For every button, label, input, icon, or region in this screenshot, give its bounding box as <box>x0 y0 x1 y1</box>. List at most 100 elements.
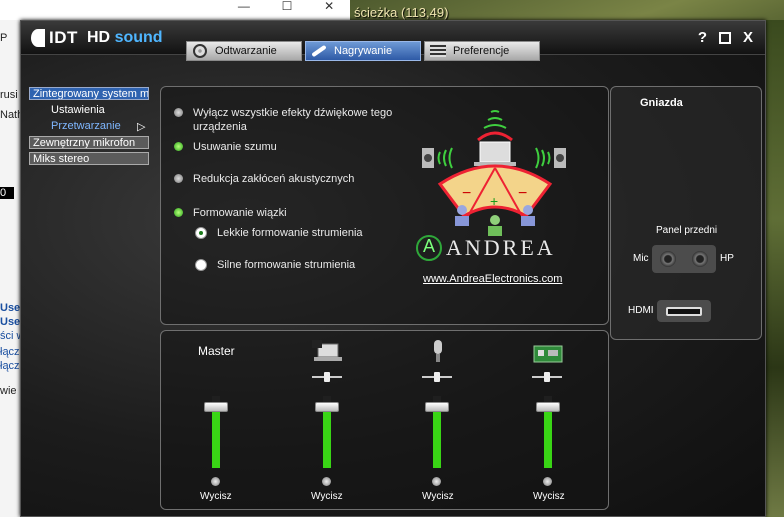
beam-arc-icon <box>477 131 513 142</box>
laptop-icon <box>474 141 516 166</box>
front-panel-label: Panel przedni <box>656 225 718 236</box>
bg-fragment: Nath <box>0 109 22 121</box>
device-sub-processing[interactable]: Przetwarzanie <box>51 120 121 132</box>
bg-fragment: Use <box>0 302 21 314</box>
master-mute-label: Wycisz <box>200 491 232 502</box>
option-noise-removal[interactable]: Usuwanie szumu <box>174 140 277 154</box>
microphone-balance-slider[interactable] <box>422 372 452 382</box>
master-label: Master <box>198 344 235 358</box>
left-speaker-icon <box>422 148 434 168</box>
noise-removal-led[interactable] <box>174 142 183 151</box>
tab-playback-label: Odtwarzanie <box>215 45 277 57</box>
mic-jack-label: Mic <box>633 253 649 264</box>
microphone-mute-button[interactable] <box>432 477 441 486</box>
bg-fragment: ści w <box>0 330 22 342</box>
radio-strong-beam[interactable]: Silne formowanie strumienia <box>195 258 355 272</box>
arrow-right-icon: ▷ <box>137 121 146 133</box>
card-balance-slider[interactable] <box>532 372 562 382</box>
microphone-volume-slider[interactable] <box>425 396 449 468</box>
tab-recording[interactable]: Nagrywanie <box>305 41 421 61</box>
app-title-suffix: sound <box>114 29 163 46</box>
background-maximize-button[interactable]: ☐ <box>282 0 293 14</box>
beam-waves-icon <box>483 110 507 129</box>
laptop-mute-button[interactable] <box>322 477 331 486</box>
bg-fragment: łącz <box>0 346 20 358</box>
front-panel-jacks <box>652 245 716 273</box>
option-acoustic-echo-label: Redukcja zakłóceń akustycznych <box>193 173 355 185</box>
background-left-strip: P rusi Nath 0 Use Use ści w łącz łącz wi… <box>0 20 22 517</box>
idt-logo: IDT <box>31 28 78 48</box>
speaker-icon <box>191 44 209 58</box>
master-mute-button[interactable] <box>211 477 220 486</box>
sound-card-icon <box>533 345 563 363</box>
card-mute-button[interactable] <box>543 477 552 486</box>
beamforming-led[interactable] <box>174 208 183 217</box>
option-noise-removal-label: Usuwanie szumu <box>193 141 277 153</box>
acoustic-echo-led[interactable] <box>174 174 183 183</box>
tab-recording-label: Nagrywanie <box>334 45 393 57</box>
background-window-controls: — ☐ ✕ <box>222 0 350 14</box>
restore-icon[interactable] <box>718 32 731 44</box>
window-controls: ? X <box>698 29 753 46</box>
list-icon <box>429 44 447 58</box>
minus-right-icon: − <box>518 185 527 202</box>
bg-fragment: rusi <box>0 89 18 101</box>
microphone-channel-icon <box>434 340 442 362</box>
app-title: HD sound <box>87 29 163 47</box>
microphone-mute-label: Wycisz <box>422 491 454 502</box>
radio-light-beam[interactable]: Lekkie formowanie strumienia <box>195 226 363 240</box>
background-game-title: ścieżka (113,49) <box>354 5 449 20</box>
tab-playback[interactable]: Odtwarzanie <box>186 41 302 61</box>
app-title-prefix: HD <box>87 29 111 46</box>
disable-effects-led[interactable] <box>174 108 183 117</box>
radio-light-beam-button[interactable] <box>195 227 207 239</box>
tab-bar: Odtwarzanie Nagrywanie Preferencje <box>186 41 540 61</box>
device-internal-mic[interactable]: Zintegrowany system m <box>29 87 149 100</box>
laptop-mute-label: Wycisz <box>311 491 343 502</box>
option-disable-effects-label: Wyłącz wszystkie efekty dźwiękowe tego u… <box>193 107 393 133</box>
hp-jack-label: HP <box>720 253 734 264</box>
master-volume-slider[interactable] <box>204 396 228 468</box>
background-minimize-button[interactable]: — <box>238 0 250 14</box>
help-button[interactable]: ? <box>698 29 707 46</box>
option-acoustic-echo[interactable]: Redukcja zakłóceń akustycznych <box>174 172 354 186</box>
jack-panel-title: Gniazda <box>640 97 683 109</box>
beamforming-diagram: − − + <box>422 110 566 236</box>
microphone-icon <box>310 44 328 58</box>
radio-strong-beam-label: Silne formowanie strumienia <box>217 259 356 271</box>
idt-logo-text: IDT <box>49 28 78 47</box>
bg-fragment: Use <box>0 316 21 328</box>
bg-fragment: wie <box>0 385 17 397</box>
idt-logo-icon <box>31 29 45 47</box>
tab-preferences[interactable]: Preferencje <box>424 41 540 61</box>
laptop-volume-slider[interactable] <box>315 396 339 468</box>
card-volume-slider[interactable] <box>536 396 560 468</box>
bg-fragment: P <box>0 32 8 44</box>
andrea-logo: ANDREA <box>416 235 556 261</box>
laptop-channel-icon <box>312 340 342 361</box>
device-stereo-mix[interactable]: Miks stereo <box>29 152 149 165</box>
plus-center-icon: + <box>490 193 498 209</box>
option-beamforming-label: Formowanie wiązki <box>193 207 287 219</box>
background-game-edge <box>764 20 784 517</box>
bg-fragment: 0 <box>0 187 14 199</box>
person-center-icon <box>488 215 502 236</box>
hdmi-port[interactable] <box>657 300 711 322</box>
laptop-balance-slider[interactable] <box>312 372 342 382</box>
card-mute-label: Wycisz <box>533 491 565 502</box>
device-external-mic[interactable]: Zewnętrzny mikrofon <box>29 136 149 149</box>
andrea-logo-icon <box>416 235 442 261</box>
andrea-brand-text: ANDREA <box>446 235 556 260</box>
background-close-button[interactable]: ✕ <box>324 0 334 14</box>
mic-jack-icon[interactable] <box>660 251 676 267</box>
device-sub-settings[interactable]: Ustawienia <box>51 104 105 116</box>
tab-preferences-label: Preferencje <box>453 45 510 57</box>
option-beamforming[interactable]: Formowanie wiązki <box>174 206 287 220</box>
radio-strong-beam-button[interactable] <box>195 259 207 271</box>
bg-fragment: łącz <box>0 360 20 372</box>
option-disable-effects[interactable]: Wyłącz wszystkie efekty dźwiękowe tego u… <box>174 106 409 134</box>
headphone-jack-icon[interactable] <box>692 251 708 267</box>
radio-light-beam-label: Lekkie formowanie strumienia <box>217 227 363 239</box>
andrea-link[interactable]: www.AndreaElectronics.com <box>423 273 562 285</box>
close-button[interactable]: X <box>743 29 753 46</box>
